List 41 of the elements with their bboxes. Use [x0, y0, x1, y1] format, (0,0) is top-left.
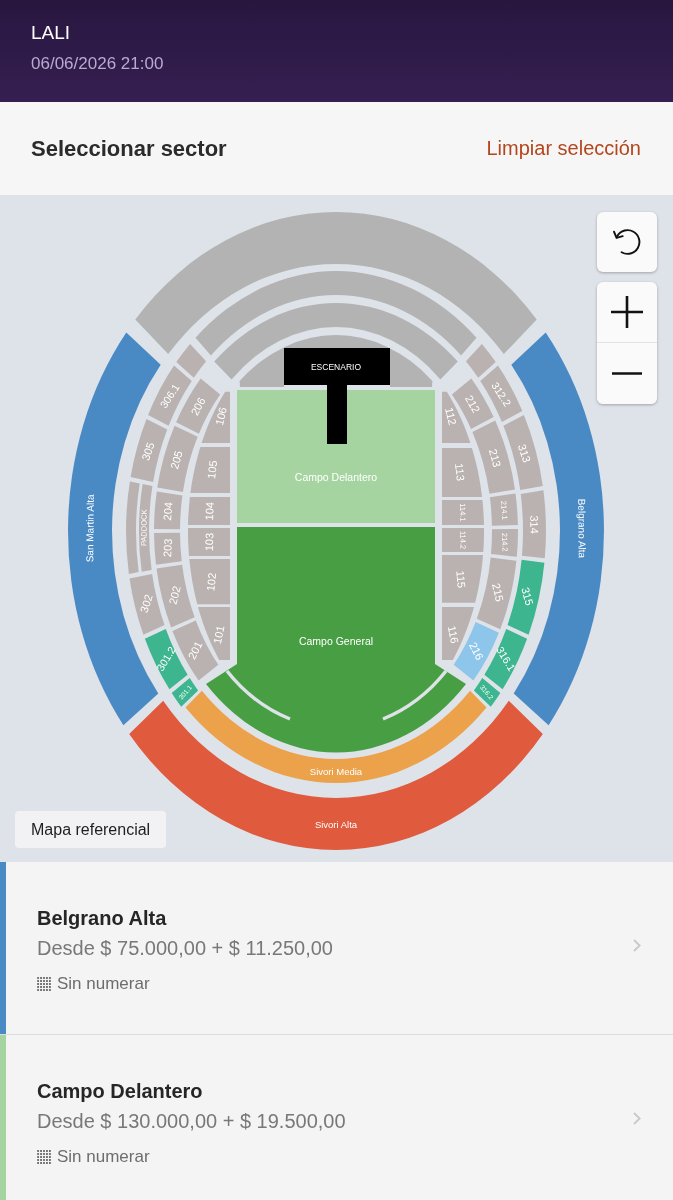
event-title: LALI [31, 21, 71, 45]
event-datetime: 06/06/2026 21:00 [31, 53, 164, 75]
seating-section[interactable]: 314 [520, 490, 546, 559]
chevron-right-icon [633, 938, 641, 952]
seating-section[interactable]: 104 [188, 497, 230, 526]
seating-section[interactable]: 113 [442, 447, 483, 498]
chevron-right-icon [633, 1111, 641, 1125]
sector-price: Desde $ 75.000,00 + $ 11.250,00 [37, 936, 333, 960]
seating-section[interactable] [195, 271, 477, 356]
zoom-out-button[interactable] [597, 343, 657, 404]
stage-area: ESCENARIO [284, 348, 390, 444]
seating-section[interactable]: 103 [188, 528, 230, 556]
dot-grid-icon [37, 977, 51, 991]
sector-price: Desde $ 130.000,00 + $ 19.500,00 [37, 1109, 346, 1133]
seating-type: Sin numerar [57, 973, 150, 995]
seating-section[interactable]: 313 [503, 415, 543, 490]
seating-section[interactable]: 203 [154, 532, 182, 565]
seating-section[interactable]: 315 [507, 559, 545, 635]
sector-list-item[interactable]: Belgrano Alta Desde $ 75.000,00 + $ 11.250,00 Sin numerar [0, 862, 673, 1035]
seating-section[interactable]: 302 [129, 574, 165, 635]
seating-section[interactable]: 204 [154, 491, 183, 530]
zoom-in-button[interactable] [597, 282, 657, 343]
seating-section[interactable]: 115 [442, 555, 483, 603]
section-heading: Seleccionar sector [31, 135, 227, 162]
sector-name: Belgrano Alta [37, 906, 167, 930]
seating-section[interactable]: 105 [190, 446, 230, 494]
reset-view-button[interactable] [597, 212, 657, 272]
dot-grid-icon [37, 1150, 51, 1164]
seating-section[interactable] [214, 303, 458, 380]
seating-section[interactable]: 102 [189, 559, 230, 605]
clear-selection-link[interactable]: Limpiar selección [486, 137, 641, 160]
reference-map-label: Mapa referencial [15, 811, 167, 848]
seating-section[interactable]: 305 [130, 419, 168, 482]
sector-name: Campo Delantero [37, 1079, 203, 1103]
minus-icon [612, 372, 642, 375]
rotate-left-icon [613, 229, 641, 255]
field-section[interactable]: Campo Delantero [237, 390, 435, 523]
seating-type: Sin numerar [57, 1146, 150, 1168]
walkway-line [382, 669, 448, 721]
plus-icon [611, 296, 643, 328]
walkway-line [225, 669, 291, 721]
